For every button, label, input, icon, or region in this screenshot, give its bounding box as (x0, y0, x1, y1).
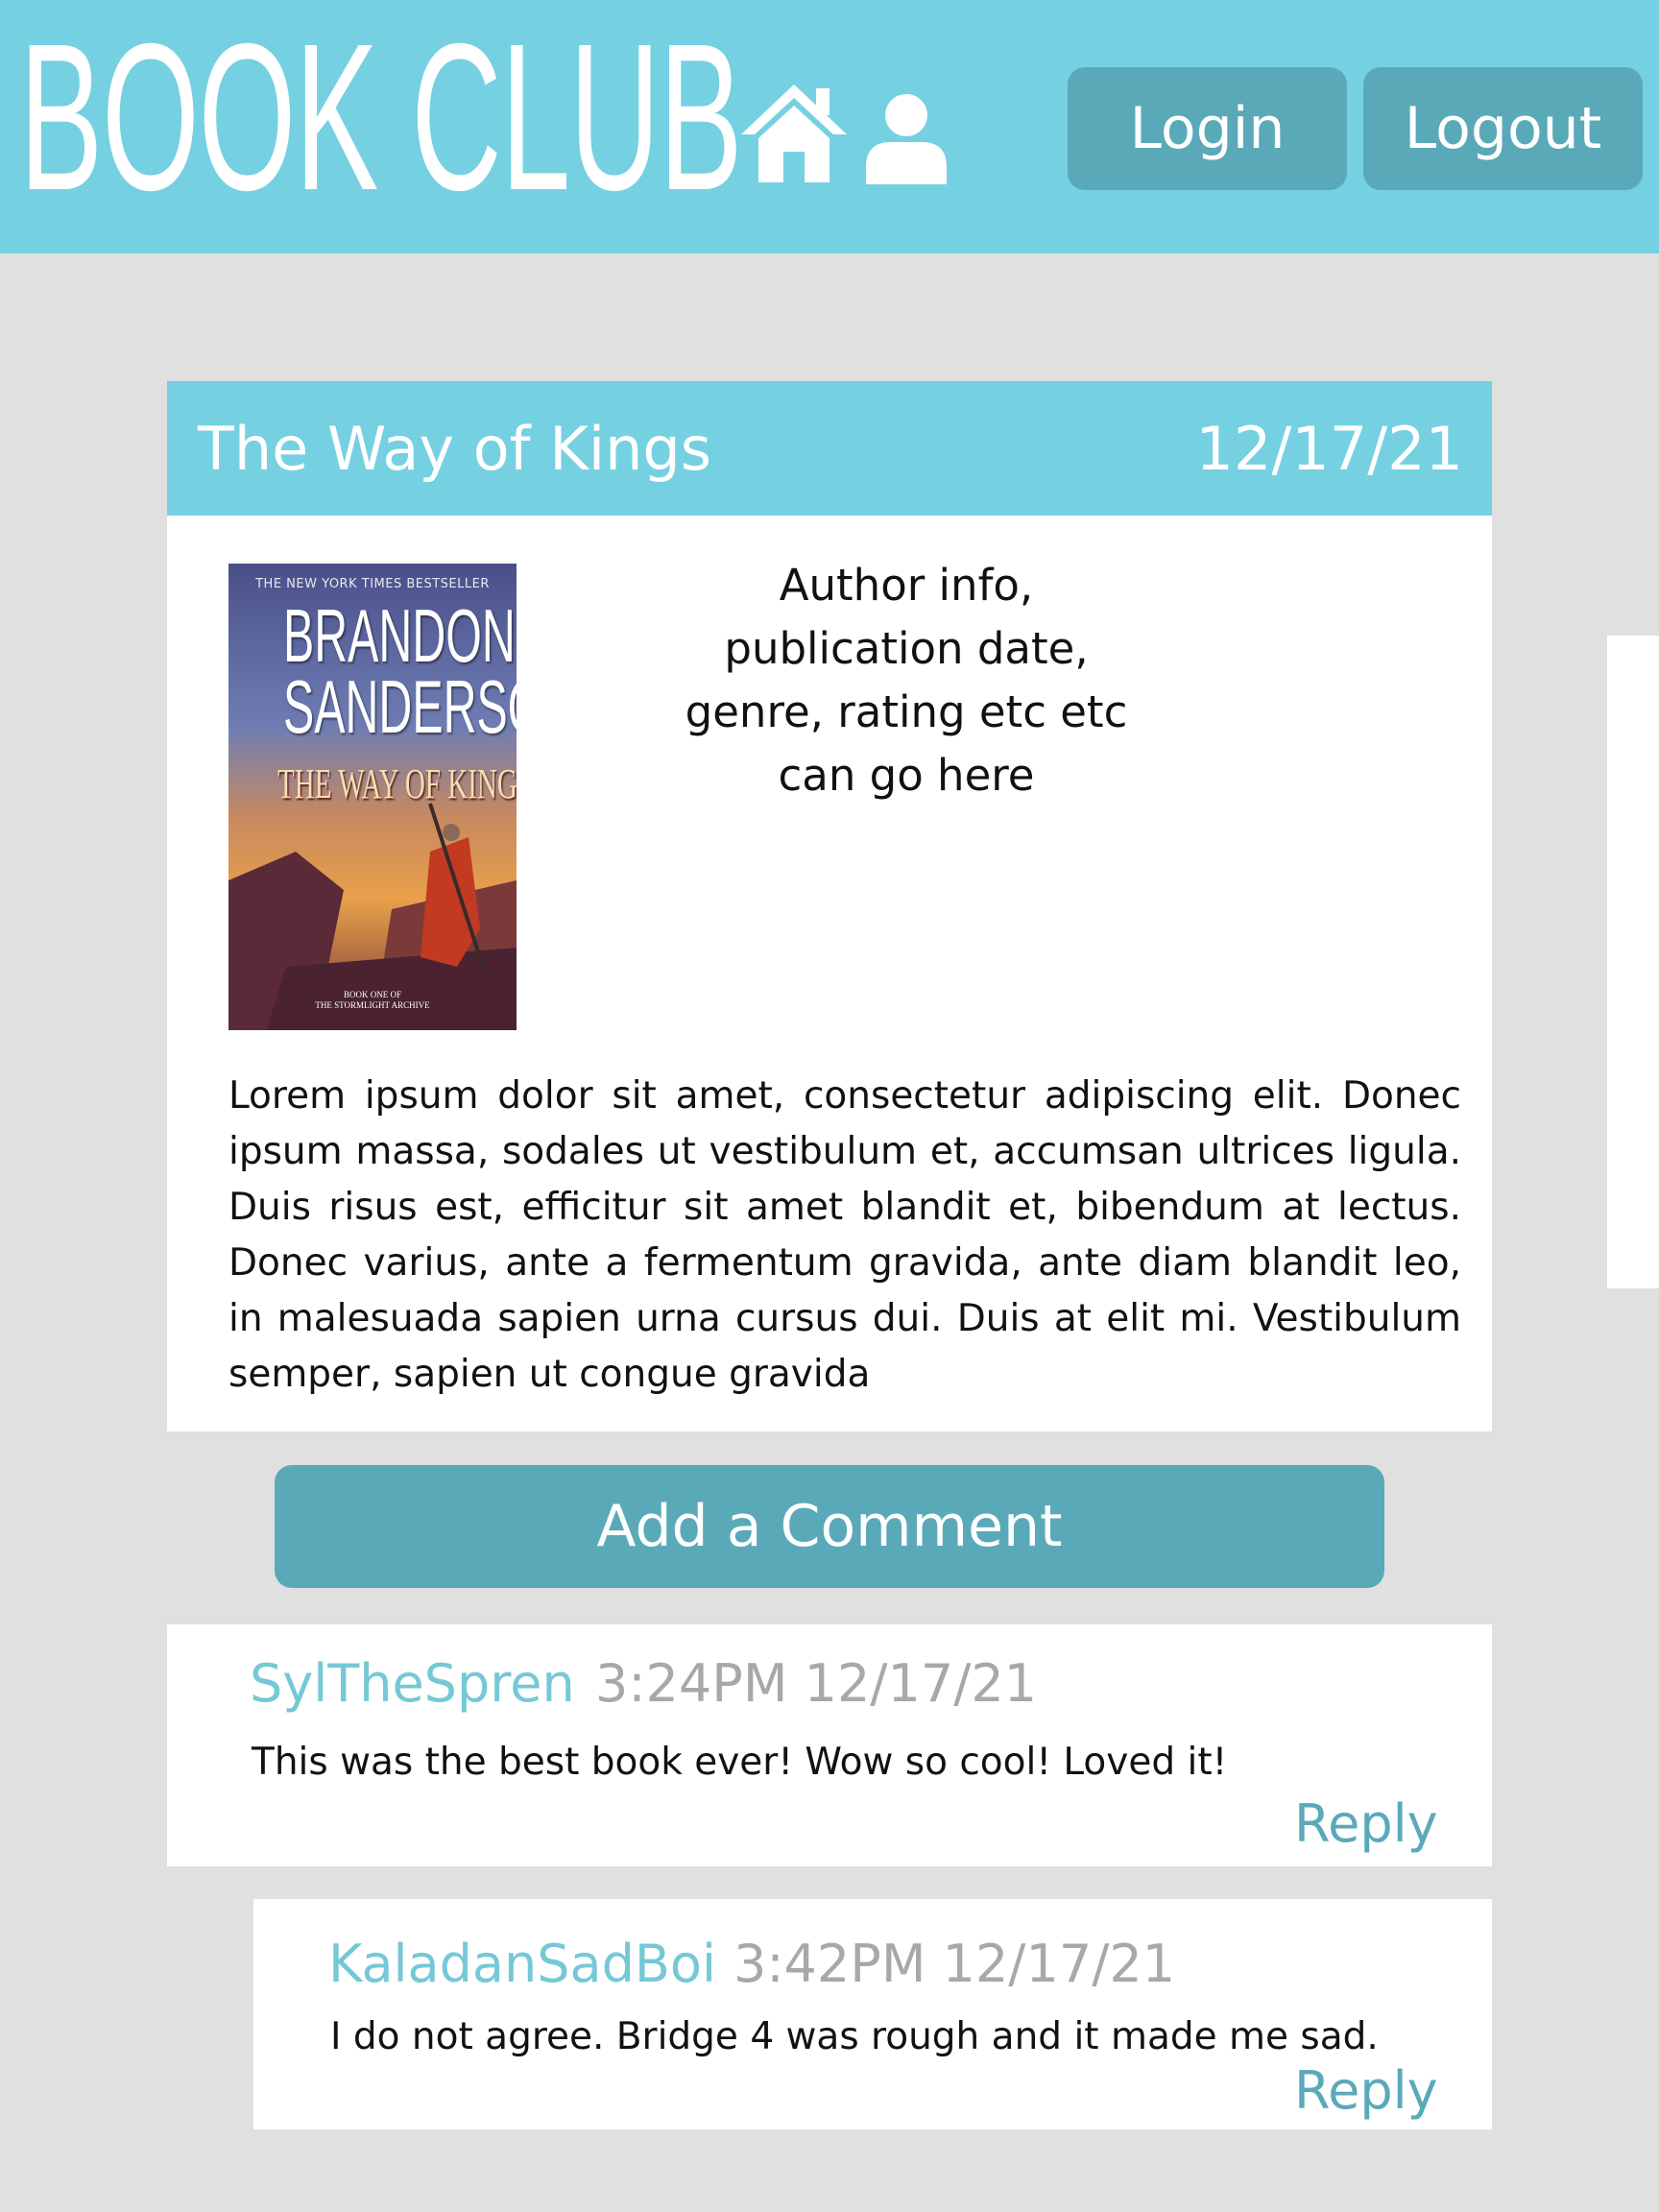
book-description: Lorem ipsum dolor sit amet, consectetur … (228, 1074, 1461, 1396)
book-cover-image[interactable]: THE NEW YORK TIMES BESTSELLER BRANDON SA… (228, 564, 517, 1030)
comment-text: This was the best book ever! Wow so cool… (252, 1741, 1228, 1784)
comment-reply: KaladanSadBoi 3:42PM 12/17/21 I do not a… (253, 1899, 1492, 2129)
login-button[interactable]: Login (1068, 67, 1347, 190)
cover-series-line2: THE STORMLIGHT ARCHIVE (315, 1000, 430, 1010)
home-icon[interactable] (737, 79, 851, 184)
cover-tagline: THE NEW YORK TIMES BESTSELLER (255, 577, 490, 591)
cover-series: BOOK ONE OF THE STORMLIGHT ARCHIVE (228, 990, 517, 1011)
comment-timestamp: 3:24PM 12/17/21 (595, 1653, 1038, 1714)
cover-series-line1: BOOK ONE OF (343, 990, 401, 999)
comment-username[interactable]: SylTheSpren (250, 1655, 575, 1713)
cover-title: THE WAY OF KINGS (277, 760, 517, 807)
reply-button[interactable]: Reply (1294, 1795, 1438, 1853)
book-card-header: The Way of Kings 12/17/21 (167, 381, 1492, 516)
comment: SylTheSpren 3:24PM 12/17/21 This was the… (167, 1624, 1492, 1866)
book-date: 12/17/21 (1195, 414, 1463, 484)
logout-button[interactable]: Logout (1363, 67, 1643, 190)
reply-button[interactable]: Reply (1294, 2062, 1438, 2120)
comment-text: I do not agree. Bridge 4 was rough and i… (330, 2015, 1379, 2058)
comment-username[interactable]: KaladanSadBoi (328, 1936, 716, 1993)
book-title[interactable]: The Way of Kings (198, 416, 711, 483)
book-card: The Way of Kings 12/17/21 THE NEW YORK T… (167, 381, 1492, 1431)
cover-author-first: BRANDON (283, 593, 516, 678)
user-icon[interactable] (864, 92, 949, 184)
site-logo[interactable]: BOOK CLUB (19, 13, 743, 223)
cover-author-last: SANDERSON (283, 664, 517, 749)
comment-timestamp: 3:42PM 12/17/21 (733, 1934, 1176, 1994)
add-comment-button[interactable]: Add a Comment (275, 1465, 1384, 1588)
app-header: BOOK CLUB Login Logout (0, 0, 1659, 253)
side-panel (1607, 636, 1659, 1288)
book-info: Author info, publication date, genre, ra… (685, 560, 1128, 801)
